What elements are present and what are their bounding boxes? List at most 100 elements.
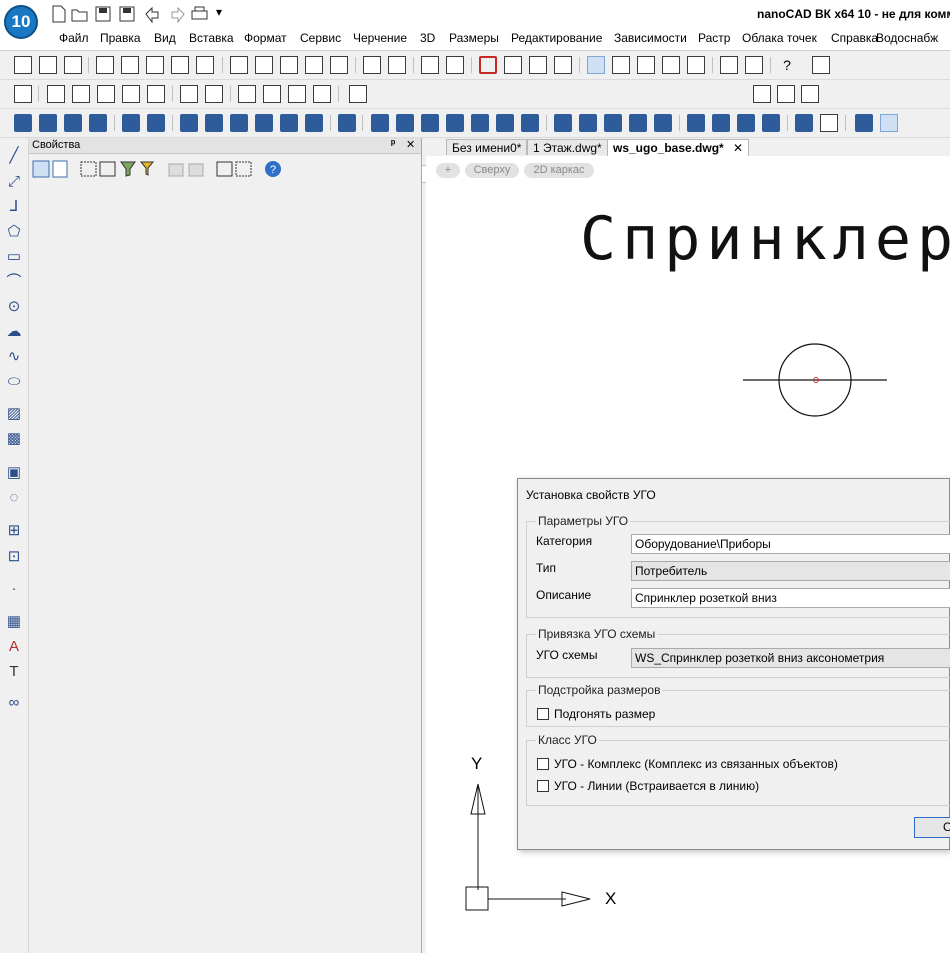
menu-file[interactable]: Файл (59, 31, 89, 45)
category-field[interactable]: Оборудование\Приборы (631, 534, 950, 554)
open-icon[interactable] (39, 56, 57, 74)
ungroup-icon[interactable] (235, 161, 252, 177)
polygon-icon[interactable]: ⬠ (6, 224, 22, 240)
vk-cube-icon[interactable] (687, 114, 705, 132)
text-style-icon[interactable] (812, 56, 830, 74)
help-icon[interactable]: ? (778, 56, 796, 74)
vk-report-icon[interactable] (795, 114, 813, 132)
properties-toggle-icon[interactable] (587, 56, 605, 74)
paste-special-icon[interactable] (305, 56, 323, 74)
snap-icon[interactable] (47, 85, 65, 103)
command-line-icon[interactable] (662, 56, 680, 74)
ortho-icon[interactable] (122, 85, 140, 103)
dimension-icon[interactable] (180, 85, 198, 103)
groups-icon[interactable]: ∞ (6, 695, 22, 711)
print-icon[interactable] (191, 6, 208, 20)
vk-layers-icon[interactable] (338, 114, 356, 132)
circle-snap-icon[interactable] (97, 85, 115, 103)
save-icon[interactable] (64, 56, 82, 74)
menu-drawing[interactable]: Черчение (353, 31, 407, 45)
polar-icon[interactable] (147, 85, 165, 103)
ray-icon[interactable]: ⤢ (6, 174, 22, 190)
plot-icon[interactable] (146, 56, 164, 74)
vk-pipe-icon[interactable] (371, 114, 389, 132)
drawing-heading[interactable]: Спринклер (580, 204, 950, 274)
select-objects-icon[interactable] (32, 160, 50, 178)
funnel-icon[interactable] (139, 161, 155, 176)
vk-ugo-icon[interactable] (855, 114, 873, 132)
undo-icon[interactable] (145, 6, 159, 23)
menu-format[interactable]: Формат (244, 31, 287, 45)
layer-walk-icon[interactable] (801, 85, 819, 103)
pin-icon[interactable]: ᵖ (391, 138, 395, 150)
pan-icon[interactable] (421, 56, 439, 74)
menu-insert[interactable]: Вставка (189, 31, 234, 45)
vk-pipe-add-icon[interactable] (471, 114, 489, 132)
close-icon[interactable]: ✕ (406, 138, 415, 151)
sprinkler-symbol[interactable] (740, 340, 890, 420)
zoom-window-icon[interactable] (479, 56, 497, 74)
fit-size-checkbox[interactable] (537, 708, 549, 720)
export-icon[interactable] (168, 163, 184, 177)
menu-modify[interactable]: Редактирование (511, 31, 602, 45)
polyline-icon[interactable]: ⅃ (6, 199, 22, 215)
vk-slope-icon[interactable] (604, 114, 622, 132)
vk-elevation-icon[interactable] (654, 114, 672, 132)
redo-icon[interactable] (388, 56, 406, 74)
new-icon[interactable] (14, 56, 32, 74)
viewport-plus[interactable]: + (436, 163, 460, 178)
quick-access-dropdown[interactable]: ▾ (216, 5, 222, 19)
vk-pipe-draw-icon[interactable] (396, 114, 414, 132)
gradient-icon[interactable]: ▩ (6, 431, 22, 447)
menu-raster[interactable]: Растр (698, 31, 730, 45)
batch-plot-icon[interactable] (171, 56, 189, 74)
select-similar-icon[interactable] (99, 161, 116, 177)
point-icon[interactable]: · (6, 581, 22, 597)
zoom-previous-icon[interactable] (554, 56, 572, 74)
arc-icon[interactable]: ⌒ (6, 274, 22, 290)
leader-icon[interactable] (205, 85, 223, 103)
group-icon[interactable] (216, 161, 233, 177)
tab-floor-1[interactable]: 1 Этаж.dwg* (527, 139, 608, 155)
menu-point-clouds[interactable]: Облака точек (742, 31, 817, 45)
distance-icon[interactable] (720, 56, 738, 74)
vk-elevation-up-icon[interactable] (629, 114, 647, 132)
vk-settings-icon[interactable] (39, 114, 57, 132)
vk-crossing-icon[interactable] (762, 114, 780, 132)
menu-service[interactable]: Сервис (300, 31, 341, 45)
cloud-icon[interactable]: ☁ (6, 324, 22, 340)
layer-manager-icon[interactable] (687, 56, 705, 74)
wipeout-icon[interactable]: ◌ (6, 490, 22, 506)
grid-icon[interactable] (72, 85, 90, 103)
table-icon[interactable]: ▦ (6, 614, 22, 630)
design-center-icon[interactable] (612, 56, 630, 74)
layer-previous-icon[interactable] (777, 85, 795, 103)
vk-wave-icon[interactable] (737, 114, 755, 132)
menu-dimensions[interactable]: Размеры (449, 31, 499, 45)
class-complex-checkbox[interactable] (537, 758, 549, 770)
copy-icon[interactable] (255, 56, 273, 74)
vk-pipe-connect-icon[interactable] (496, 114, 514, 132)
ok-button[interactable]: О (914, 817, 950, 838)
rectangle-icon[interactable]: ▭ (6, 249, 22, 265)
vk-refresh-icon[interactable] (64, 114, 82, 132)
vk-floors-icon[interactable] (205, 114, 223, 132)
tab-unnamed[interactable]: Без имени0* (446, 139, 528, 155)
vk-fittings-icon[interactable] (521, 114, 539, 132)
menu-3d[interactable]: 3D (420, 31, 435, 45)
menu-water[interactable]: Водоснабж (876, 31, 938, 45)
region-icon[interactable]: ▣ (6, 465, 22, 481)
vk-riser-icon[interactable] (446, 114, 464, 132)
spline-icon[interactable]: ∿ (6, 349, 22, 365)
layer-freeze-icon[interactable] (288, 85, 306, 103)
tool-palette-icon[interactable] (637, 56, 655, 74)
vk-pipe-parallel-icon[interactable] (421, 114, 439, 132)
viewport-view[interactable]: Сверху (465, 163, 519, 178)
print-preview-icon[interactable] (121, 56, 139, 74)
vk-scheme-icon[interactable] (554, 114, 572, 132)
circle-icon[interactable]: ⊙ (6, 299, 22, 315)
layer-isolate-icon[interactable] (238, 85, 256, 103)
paste-icon[interactable] (280, 56, 298, 74)
vk-calc-icon[interactable] (89, 114, 107, 132)
vk-database-edit-icon[interactable] (147, 114, 165, 132)
